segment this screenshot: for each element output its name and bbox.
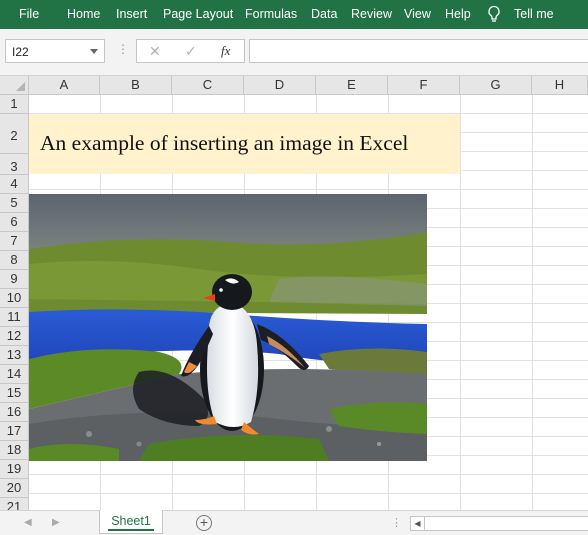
check-icon[interactable]: ✓ [185,43,197,60]
formula-input[interactable] [249,39,588,63]
column-header-d[interactable]: D [244,76,316,95]
row-header[interactable]: 19 [0,460,29,479]
row-header[interactable]: 18 [0,441,29,460]
row-header[interactable]: 8 [0,251,29,270]
inserted-picture[interactable] [29,194,427,461]
row-header[interactable]: 13 [0,346,29,365]
row-header[interactable]: 9 [0,270,29,289]
column-header-e[interactable]: E [316,76,388,95]
tell-me-search[interactable]: Tell me [514,7,554,21]
title-merged-cell[interactable]: An example of inserting an image in Exce… [29,114,460,174]
column-header-c[interactable]: C [172,76,244,95]
close-icon[interactable]: ✕ [149,43,161,60]
tab-review[interactable]: Review [351,7,392,21]
insert-function-button[interactable]: fx [221,43,230,59]
tab-insert[interactable]: Insert [116,7,147,21]
formula-bar: I22 ⋮ ✕ ✓ fx [0,29,588,76]
horizontal-scrollbar[interactable]: ◀ [410,516,588,531]
column-header-a[interactable]: A [29,76,100,95]
formula-buttons: ✕ ✓ fx [136,39,245,63]
excel-window: File Home Insert Page Layout Formulas Da… [0,0,588,535]
scroll-left-icon[interactable]: ◀ [24,517,32,528]
penguin-photo [29,194,427,461]
row-header[interactable]: 17 [0,422,29,441]
column-header-b[interactable]: B [100,76,172,95]
row-header[interactable]: 1 [0,95,29,114]
column-header-f[interactable]: F [388,76,460,95]
title-text: An example of inserting an image in Exce… [40,131,409,155]
select-all-button[interactable] [0,76,29,95]
row-header[interactable]: 12 [0,327,29,346]
column-header-h[interactable]: H [532,76,588,95]
tab-data[interactable]: Data [311,7,337,21]
scrollbar-left-arrow-icon[interactable]: ◀ [411,517,425,530]
ribbon-tab-bar: File Home Insert Page Layout Formulas Da… [0,0,588,29]
column-header-g[interactable]: G [460,76,532,95]
drag-handle-icon[interactable]: ⋮ [117,42,129,56]
row-header[interactable]: 20 [0,479,29,498]
scroll-right-icon[interactable]: ▶ [52,517,60,528]
tab-formulas[interactable]: Formulas [245,7,297,21]
sheet-tab-bar: ◀ ▶ Sheet1 + ⋮ ◀ [0,510,588,535]
row-header[interactable]: 5 [0,194,29,213]
plus-circle-icon[interactable]: + [196,515,212,531]
tab-view[interactable]: View [404,7,431,21]
row-header[interactable]: 6 [0,213,29,232]
row-header[interactable]: 7 [0,232,29,251]
tab-file[interactable]: File [19,7,39,21]
row-header[interactable]: 4 [0,175,29,194]
row-header[interactable]: 16 [0,403,29,422]
split-handle-icon[interactable]: ⋮ [391,516,402,529]
sheet-tab-sheet1[interactable]: Sheet1 [99,510,163,534]
name-box-value: I22 [12,45,29,59]
row-header[interactable]: 14 [0,365,29,384]
row-header[interactable]: 2 [0,114,29,154]
chevron-down-icon[interactable] [90,49,98,54]
row-header[interactable]: 11 [0,308,29,327]
lightbulb-icon[interactable] [487,5,501,23]
name-box[interactable]: I22 [5,39,105,63]
tab-help[interactable]: Help [445,7,471,21]
row-header[interactable]: 15 [0,384,29,403]
tab-home[interactable]: Home [67,7,100,21]
row-header[interactable]: 10 [0,289,29,308]
select-all-icon [16,82,25,91]
tab-page-layout[interactable]: Page Layout [163,7,233,21]
row-header[interactable]: 3 [0,154,29,175]
